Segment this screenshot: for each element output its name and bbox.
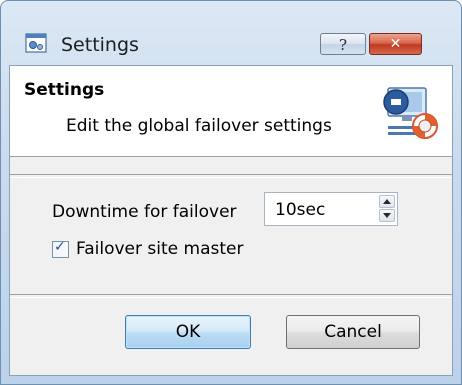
title-bar[interactable]: Settings ? ✕	[1, 1, 461, 57]
spin-down-button[interactable]	[379, 209, 395, 222]
header-title: Settings	[24, 80, 105, 100]
arrow-down-icon	[383, 213, 391, 218]
settings-dialog: Settings ? ✕ Settings Edit the global fa…	[0, 0, 462, 385]
downtime-label: Downtime for failover	[52, 202, 237, 222]
spin-buttons	[379, 195, 395, 223]
checkmark-icon: ✓	[54, 239, 66, 255]
window-title: Settings	[61, 34, 139, 56]
help-button[interactable]: ?	[320, 33, 366, 55]
ok-button[interactable]: OK	[125, 315, 251, 349]
top-divider	[10, 174, 452, 178]
bottom-divider	[10, 294, 452, 298]
settings-app-icon	[25, 33, 47, 53]
header-subtitle: Edit the global failover settings	[66, 116, 332, 136]
dialog-client-area: Settings Edit the global failover settin…	[9, 65, 453, 376]
failover-master-checkbox[interactable]: ✓	[52, 239, 69, 258]
header-panel: Settings Edit the global failover settin…	[10, 66, 452, 157]
failover-lifebuoy-icon	[383, 87, 438, 139]
downtime-value[interactable]: 10sec	[275, 200, 325, 220]
cancel-button[interactable]: Cancel	[286, 315, 420, 349]
close-icon: ✕	[389, 36, 402, 52]
downtime-spinbox[interactable]: 10sec	[264, 192, 398, 226]
spin-up-button[interactable]	[379, 195, 395, 208]
arrow-up-icon	[383, 199, 391, 204]
close-button[interactable]: ✕	[369, 33, 422, 55]
failover-master-label[interactable]: Failover site master	[76, 239, 243, 259]
